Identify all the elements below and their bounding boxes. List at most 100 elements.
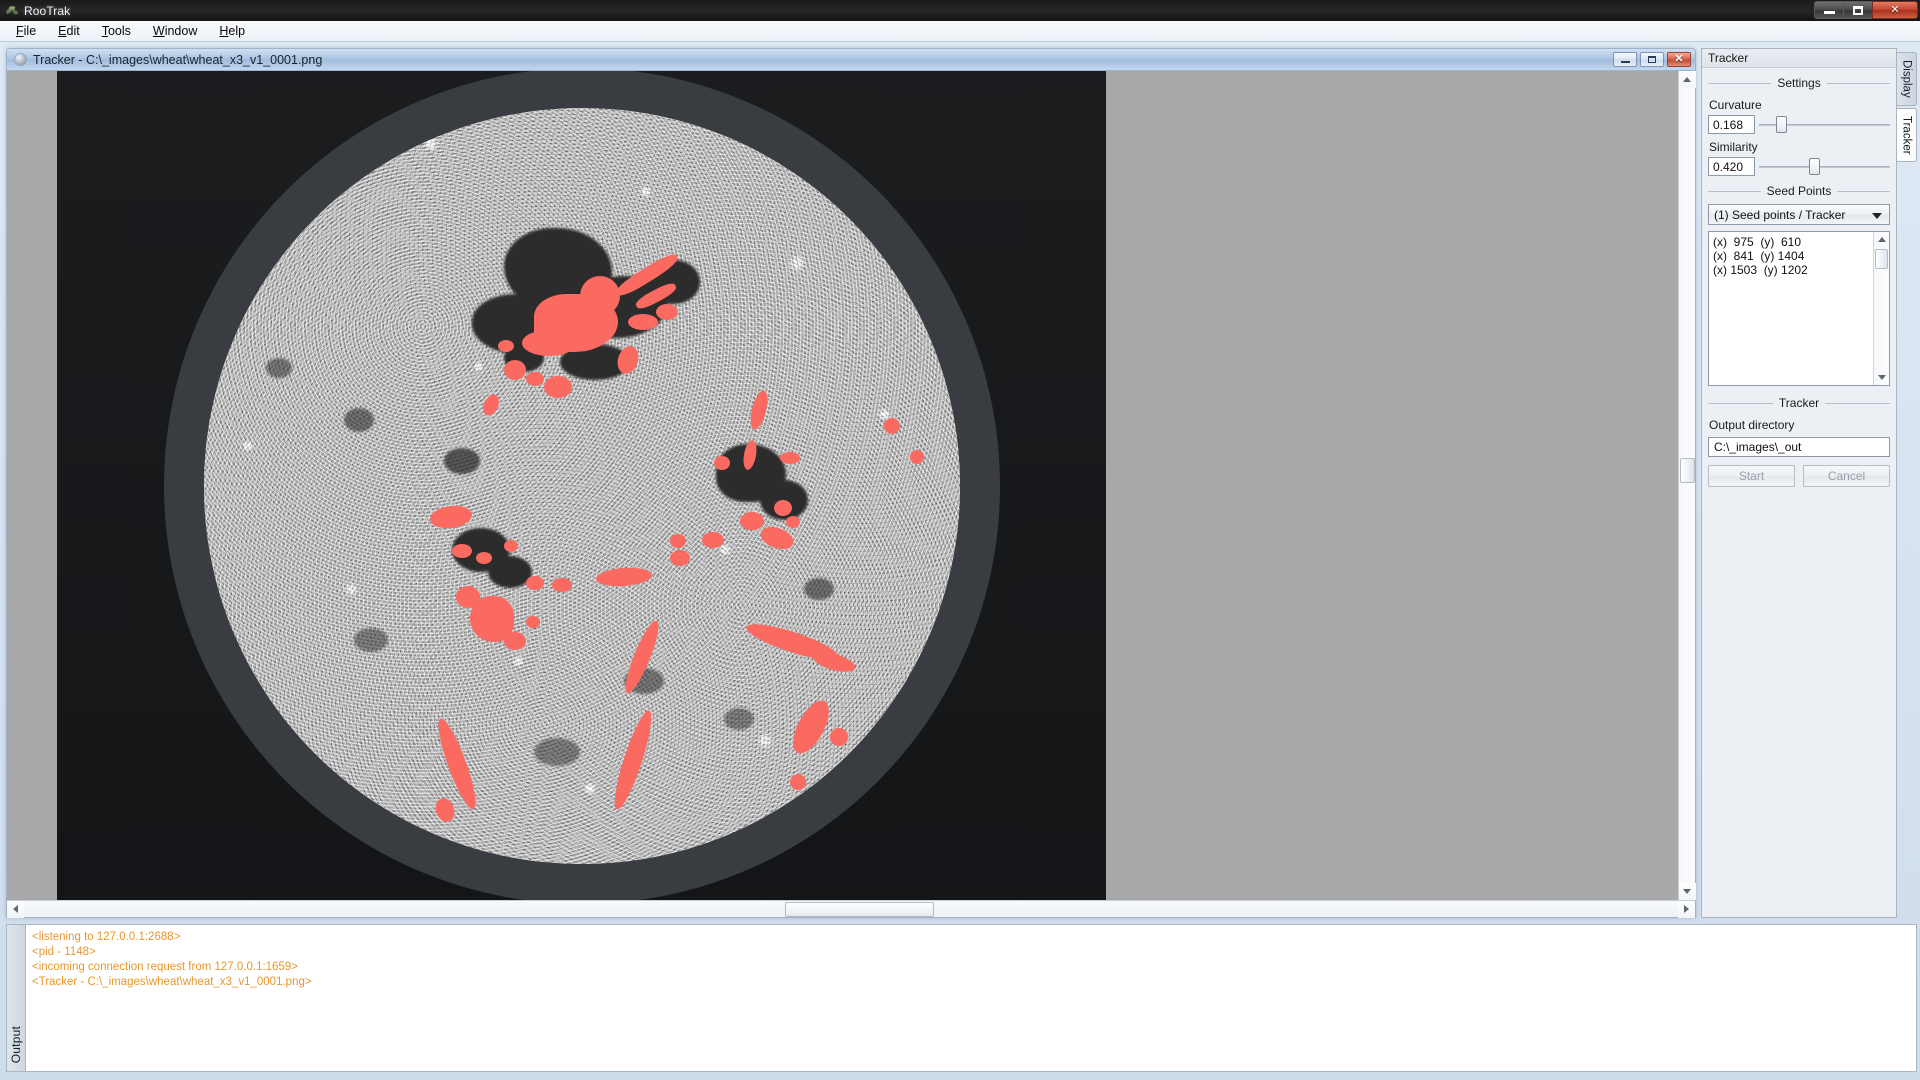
chevron-down-icon: [1872, 213, 1882, 219]
mdi-title-bar[interactable]: Tracker - C:\_images\wheat\wheat_x3_v1_0…: [7, 49, 1695, 71]
output-dock: Output <listening to 127.0.0.1:2688> <pid…: [6, 924, 1917, 1072]
seed-points-source-dropdown[interactable]: (1) Seed points / Tracker: [1708, 204, 1890, 225]
right-dock: Tracker Settings Curvature 0.168 Similar…: [1701, 48, 1917, 918]
chevron-down-icon: [1877, 375, 1886, 380]
horizontal-scroll-track[interactable]: [24, 901, 1678, 918]
seed-scroll-track[interactable]: [1874, 247, 1889, 370]
menu-item-window[interactable]: Window: [142, 21, 208, 41]
curvature-row: 0.168: [1708, 115, 1890, 134]
viewport-horizontal-scrollbar[interactable]: [7, 900, 1695, 918]
tracker-button-row: Start Cancel: [1708, 465, 1890, 487]
tab-tracker[interactable]: Tracker: [1897, 107, 1917, 163]
seed-scroll-thumb[interactable]: [1875, 249, 1888, 269]
menu-item-tools[interactable]: Tools: [91, 21, 142, 41]
mdi-close-button[interactable]: ✕: [1667, 52, 1691, 67]
menu-item-edit[interactable]: Edit: [47, 21, 91, 41]
group-rule-left: [1708, 190, 1761, 192]
window-controls: ✕: [1814, 1, 1918, 19]
mdi-area: Tracker - C:\_images\wheat\wheat_x3_v1_0…: [3, 45, 1696, 918]
mdi-minimize-button[interactable]: [1613, 52, 1637, 67]
menu-item-help-rest: elp: [228, 24, 246, 38]
bottom-gap: [3, 1072, 1917, 1076]
ct-image-viewport[interactable]: [7, 71, 1678, 900]
chevron-down-icon: [1683, 889, 1691, 894]
similarity-slider[interactable]: [1759, 157, 1890, 176]
horizontal-scroll-thumb[interactable]: [784, 901, 934, 917]
seed-scroll-up-button[interactable]: [1874, 232, 1889, 247]
scroll-down-button[interactable]: [1678, 883, 1696, 900]
vertical-scroll-thumb[interactable]: [1679, 457, 1695, 483]
application-window: RooTrak ✕ File Edit Tools Window Help Tr…: [0, 0, 1920, 1080]
tracker-panel-caption: Tracker: [1702, 49, 1896, 68]
group-rule-right: [1837, 190, 1890, 192]
group-rule-left: [1708, 82, 1772, 84]
restore-icon: [1853, 5, 1863, 15]
seed-points-list[interactable]: (x) 975 (y) 610 (x) 841 (y) 1404 (x) 1503 …: [1709, 232, 1873, 385]
menu-item-file-rest: ile: [23, 24, 37, 38]
seed-point-row[interactable]: (x) 975 (y) 610: [1713, 235, 1873, 249]
settings-group-header: Settings: [1708, 76, 1891, 90]
group-rule-left: [1708, 402, 1773, 404]
mdi-maximize-button[interactable]: [1640, 52, 1664, 67]
group-rule-right: [1825, 402, 1891, 404]
tab-display[interactable]: Display: [1897, 52, 1917, 106]
settings-group-title: Settings: [1777, 76, 1821, 90]
output-directory-field[interactable]: C:\_images\_out: [1708, 437, 1890, 457]
curvature-slider-thumb[interactable]: [1776, 116, 1788, 133]
output-tab-label: Output: [9, 1025, 23, 1063]
menu-item-file[interactable]: File: [5, 21, 47, 41]
minimize-icon: [1620, 61, 1630, 63]
app-title: RooTrak: [24, 3, 71, 18]
menu-bar: File Edit Tools Window Help: [0, 21, 1920, 42]
similarity-slider-thumb[interactable]: [1809, 158, 1821, 175]
output-tab-column[interactable]: Output: [6, 924, 25, 1072]
similarity-value-field[interactable]: 0.420: [1708, 157, 1755, 176]
similarity-slider-track: [1759, 166, 1890, 168]
menu-item-help[interactable]: Help: [208, 21, 256, 41]
chevron-right-icon: [1684, 905, 1689, 913]
seed-points-scrollbar[interactable]: [1873, 232, 1889, 385]
viewport-vertical-scrollbar[interactable]: [1678, 71, 1696, 900]
client-area: Tracker - C:\_images\wheat\wheat_x3_v1_0…: [0, 42, 1920, 1080]
curvature-value-field[interactable]: 0.168: [1708, 115, 1755, 134]
close-icon: ✕: [1890, 3, 1900, 16]
output-log-line: <Tracker - C:\_images\wheat\wheat_x3_v1_…: [32, 976, 312, 988]
seed-scroll-down-button[interactable]: [1874, 370, 1889, 385]
minimize-icon: [1823, 11, 1835, 14]
scroll-up-button[interactable]: [1678, 71, 1696, 88]
output-log-line: <pid - 1148>: [32, 946, 96, 958]
image-document-icon: [14, 53, 27, 66]
chevron-up-icon: [1877, 237, 1886, 242]
chevron-left-icon: [13, 905, 18, 913]
menu-item-edit-rest: dit: [66, 24, 80, 38]
window-title-bar[interactable]: RooTrak ✕: [0, 0, 1920, 21]
window-restore-button[interactable]: [1843, 1, 1872, 19]
scroll-right-button[interactable]: [1678, 900, 1695, 918]
tracker-settings-panel: Tracker Settings Curvature 0.168 Similar…: [1701, 48, 1897, 918]
seed-point-row[interactable]: (x) 1503 (y) 1202: [1713, 263, 1873, 277]
seed-point-row[interactable]: (x) 841 (y) 1404: [1713, 249, 1873, 263]
ct-image: [57, 71, 1106, 900]
mdi-body: [7, 71, 1696, 900]
output-directory-label: Output directory: [1709, 418, 1795, 432]
group-rule-right: [1826, 82, 1891, 84]
window-close-button[interactable]: ✕: [1872, 1, 1918, 19]
curvature-label: Curvature: [1709, 98, 1762, 112]
mdi-window-controls: ✕: [1613, 52, 1691, 67]
output-console[interactable]: <listening to 127.0.0.1:2688> <pid - 1148…: [25, 924, 1917, 1072]
cancel-button[interactable]: Cancel: [1803, 465, 1890, 487]
window-minimize-button[interactable]: [1814, 1, 1843, 19]
seed-points-source-value: (1) Seed points / Tracker: [1714, 207, 1846, 222]
vertical-scroll-track[interactable]: [1679, 88, 1696, 883]
similarity-label: Similarity: [1709, 140, 1758, 154]
seed-points-group-header: Seed Points: [1708, 184, 1890, 198]
tracker-group-header: Tracker: [1708, 396, 1891, 410]
right-dock-tab-strip: Display Tracker: [1897, 48, 1917, 918]
menu-item-window-rest: indow: [164, 24, 198, 38]
scroll-left-button[interactable]: [7, 900, 24, 918]
start-button[interactable]: Start: [1708, 465, 1795, 487]
rootrak-app-icon: [5, 4, 19, 18]
similarity-row: 0.420: [1708, 157, 1890, 176]
curvature-slider[interactable]: [1759, 115, 1890, 134]
menu-item-tools-rest: ools: [107, 24, 131, 38]
